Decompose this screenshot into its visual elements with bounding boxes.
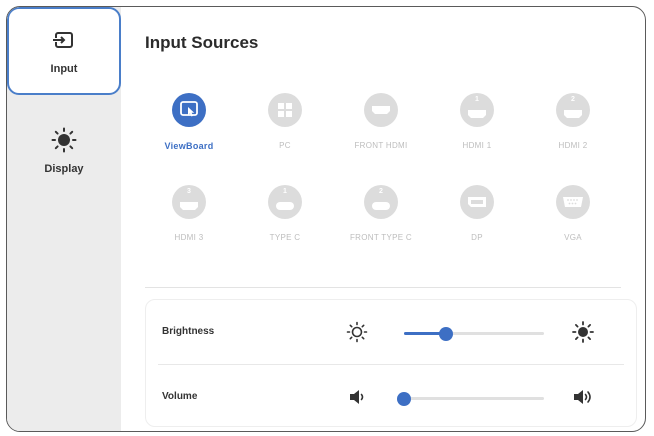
brightness-slider[interactable]: [404, 326, 544, 341]
source-label: HDMI 2: [558, 141, 588, 150]
volume-label: Volume: [162, 391, 198, 402]
pc-icon: [268, 93, 302, 127]
input-source-grid: ViewBoard PC FRONT HDMI 1 HDMI 1 2 HDMI …: [141, 93, 621, 277]
main-panel: Input Sources ViewBoard PC FRONT HDMI 1 …: [121, 7, 645, 431]
source-label: ViewBoard: [164, 141, 214, 151]
sidebar-item-display[interactable]: Display: [7, 111, 121, 191]
source-hdmi-2[interactable]: 2 HDMI 2: [525, 93, 621, 185]
volume-slider-handle[interactable]: [397, 391, 411, 406]
sun-high-icon: [572, 321, 594, 343]
source-front-type-c[interactable]: 2 FRONT TYPE C: [333, 185, 429, 277]
volume-row: Volume: [158, 364, 624, 428]
sidebar-item-label: Display: [44, 163, 84, 175]
source-dp[interactable]: DP: [429, 185, 525, 277]
sun-low-icon: [346, 321, 368, 343]
sun-icon: [51, 127, 77, 153]
source-hdmi-3[interactable]: 3 HDMI 3: [141, 185, 237, 277]
source-front-hdmi[interactable]: FRONT HDMI: [333, 93, 429, 185]
controls-panel: Brightness Volume: [145, 299, 637, 427]
hdmi-icon: 1: [460, 93, 494, 127]
source-label: PC: [279, 141, 291, 150]
viewboard-icon: [172, 93, 206, 127]
brightness-label: Brightness: [162, 326, 215, 337]
source-label: HDMI 3: [174, 233, 204, 242]
port-number: 2: [571, 96, 575, 103]
speaker-high-icon: [574, 390, 591, 404]
brightness-slider-handle[interactable]: [439, 326, 453, 341]
source-label: VGA: [564, 233, 582, 242]
hdmi-icon: 2: [556, 93, 590, 127]
sidebar-item-label: Input: [50, 63, 78, 75]
displayport-icon: [460, 185, 494, 219]
source-label: FRONT TYPE C: [350, 233, 412, 242]
source-viewboard[interactable]: ViewBoard: [141, 93, 237, 185]
volume-slider[interactable]: [397, 391, 544, 406]
hdmi-icon: [364, 93, 398, 127]
source-type-c[interactable]: 1 TYPE C: [237, 185, 333, 277]
speaker-low-icon: [350, 390, 364, 404]
settings-window: Input Display Input Sources ViewBoard PC…: [6, 6, 646, 432]
type-c-icon: 2: [364, 185, 398, 219]
type-c-icon: 1: [268, 185, 302, 219]
port-number: 1: [475, 96, 479, 103]
port-number: 1: [283, 188, 287, 195]
vga-icon: [556, 185, 590, 219]
port-number: 2: [379, 188, 383, 195]
source-label: HDMI 1: [462, 141, 492, 150]
hdmi-icon: 3: [172, 185, 206, 219]
source-label: DP: [471, 233, 483, 242]
sidebar-item-input[interactable]: Input: [7, 7, 121, 95]
divider: [145, 287, 621, 288]
source-hdmi-1[interactable]: 1 HDMI 1: [429, 93, 525, 185]
port-number: 3: [187, 188, 191, 195]
source-label: TYPE C: [269, 233, 301, 242]
page-title: Input Sources: [145, 33, 259, 52]
brightness-row: Brightness: [146, 300, 636, 364]
sidebar: Input Display: [7, 7, 121, 431]
source-vga[interactable]: VGA: [525, 185, 621, 277]
source-pc[interactable]: PC: [237, 93, 333, 185]
input-icon: [53, 32, 73, 48]
source-label: FRONT HDMI: [354, 141, 408, 150]
